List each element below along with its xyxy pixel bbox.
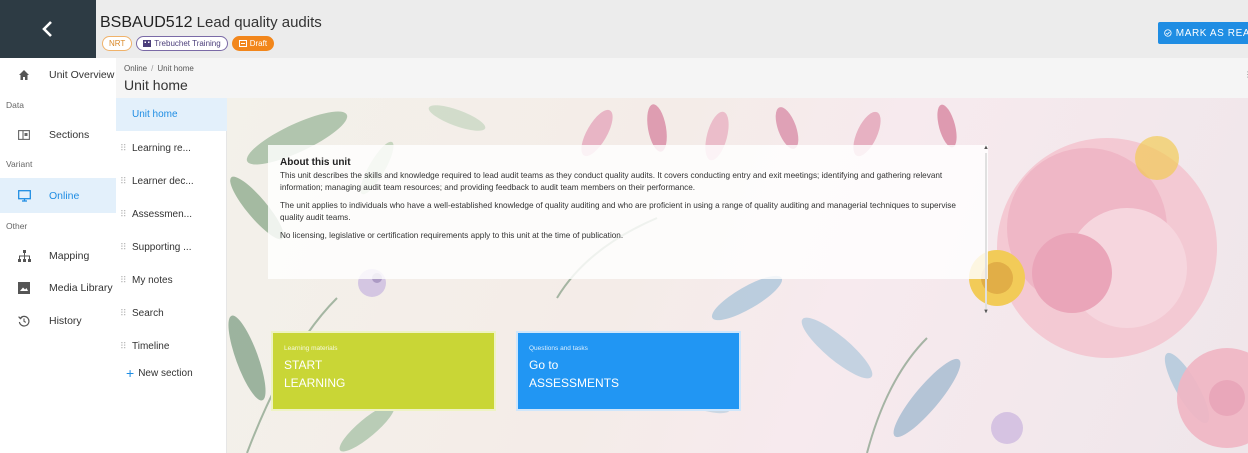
scroll-down-icon[interactable]: ▼ [983, 309, 989, 315]
nav-unit-overview-label: Unit Overview [49, 69, 115, 81]
nrt-chip-label: NRT [109, 39, 126, 48]
drag-handle-icon[interactable]: ⠿ [120, 177, 128, 186]
breadcrumb-unit-home: Unit home [157, 64, 194, 73]
drag-handle-icon[interactable]: ⠿ [120, 276, 128, 285]
about-unit-panel: About this unit This unit describes the … [268, 145, 988, 279]
nav-sections[interactable]: Sections [0, 119, 116, 151]
about-unit-paragraph: The unit applies to individuals who have… [280, 201, 956, 222]
nav-media-library-label: Media Library [49, 282, 113, 294]
image-library-icon [17, 281, 31, 295]
section-item-label: Search [132, 308, 164, 319]
about-unit-paragraph: No licensing, legislative or certificati… [280, 231, 624, 240]
check-circle-icon [1164, 29, 1172, 37]
page-header: Online / Unit home Unit home ⋮ [116, 58, 1248, 98]
organisation-chip-label: Trebuchet Training [154, 39, 221, 48]
nav-online-label: Online [49, 189, 80, 202]
tile-title-line: ASSESSMENTS [529, 376, 620, 390]
about-panel-scrollbar[interactable]: ▲ ▼ [983, 145, 989, 315]
draft-chip-label: Draft [249, 39, 268, 48]
section-item-label: Supporting ... [132, 242, 192, 253]
nav-media-library[interactable]: Media Library [0, 272, 116, 304]
nav-sections-label: Sections [49, 129, 90, 141]
top-header: BSBAUD512 Lead quality audits NRT Trebuc… [0, 0, 1248, 58]
unit-code: BSBAUD512 [100, 14, 193, 31]
nav-mapping[interactable]: Mapping [0, 240, 116, 272]
section-item[interactable]: ⠿ Assessmen... [116, 198, 227, 231]
chevron-left-icon [42, 21, 52, 37]
section-item-label: Assessmen... [132, 209, 193, 220]
section-item[interactable]: ⠿ Timeline [116, 330, 227, 363]
mark-as-read-button[interactable]: MARK AS READ [1158, 22, 1248, 44]
hierarchy-icon [17, 249, 31, 263]
drag-handle-icon[interactable]: ⠿ [120, 210, 128, 219]
breadcrumb-online[interactable]: Online [124, 64, 147, 73]
nav-history[interactable]: History [0, 305, 116, 337]
building-icon [143, 40, 152, 47]
new-section-button[interactable]: + New section [126, 366, 193, 380]
back-button[interactable] [0, 0, 96, 58]
monitor-icon [17, 189, 31, 203]
drag-handle-icon[interactable]: ⠿ [120, 309, 128, 318]
section-item-label: Learning re... [132, 143, 191, 154]
mark-as-read-label: MARK AS READ [1175, 27, 1248, 39]
section-item[interactable]: ⠿ Learning re... [116, 132, 227, 165]
organisation-chip[interactable]: Trebuchet Training [136, 36, 228, 51]
drag-handle-icon[interactable]: ⠿ [120, 243, 128, 252]
section-item-label: My notes [132, 275, 173, 286]
section-item-label: Timeline [132, 341, 170, 352]
history-icon [17, 314, 31, 328]
unit-chips: NRT Trebuchet Training Draft [102, 36, 275, 51]
unit-home-canvas: About this unit This unit describes the … [227, 98, 1248, 453]
draft-status-chip: Draft [231, 36, 275, 51]
section-list: Unit home ⠿ Learning re... ⠿ Learner dec… [116, 98, 227, 453]
go-to-assessments-tile[interactable]: Questions and tasks Go to ASSESSMENTS [516, 331, 741, 411]
plus-icon: + [126, 365, 135, 381]
section-item[interactable]: ⠿ Learner dec... [116, 165, 227, 198]
sections-icon [17, 128, 31, 142]
breadcrumb: Online / Unit home [124, 64, 194, 73]
draft-icon [238, 40, 247, 47]
breadcrumb-separator: / [151, 64, 154, 73]
start-learning-tile[interactable]: Learning materials START LEARNING [271, 331, 496, 411]
nav-history-label: History [49, 315, 82, 327]
section-item-label: Unit home [132, 109, 178, 120]
section-item[interactable]: ⠿ Supporting ... [116, 231, 227, 264]
home-icon [17, 68, 31, 82]
nav-mapping-label: Mapping [49, 250, 90, 262]
scrollbar-track [985, 153, 987, 313]
nav-group-other: Other [6, 221, 28, 231]
about-unit-paragraph: This unit describes the skills and knowl… [280, 171, 943, 192]
left-navigation: Unit Overview Data Sections Variant Onli… [0, 58, 116, 453]
drag-handle-icon[interactable]: ⠿ [120, 144, 128, 153]
nrt-chip: NRT [102, 36, 133, 51]
unit-title: BSBAUD512 Lead quality audits [100, 14, 322, 32]
nav-online[interactable]: Online [0, 178, 116, 213]
nav-group-data: Data [6, 100, 24, 110]
unit-name: Lead quality audits [196, 14, 322, 31]
nav-group-variant: Variant [6, 159, 33, 169]
more-options-icon[interactable]: ⋮ [1244, 70, 1248, 79]
section-item-label: Learner dec... [132, 176, 194, 187]
tile-title-line: START [284, 358, 323, 372]
section-item[interactable]: Unit home [116, 98, 227, 131]
tile-title-line: Go to [529, 358, 559, 372]
section-item[interactable]: ⠿ Search [116, 297, 227, 330]
drag-handle-icon[interactable]: ⠿ [120, 342, 128, 351]
section-item[interactable]: ⠿ My notes [116, 264, 227, 297]
tile-caption: Learning materials [284, 345, 338, 352]
tile-title-line: LEARNING [284, 376, 346, 390]
nav-unit-overview[interactable]: Unit Overview [0, 58, 116, 92]
about-unit-heading: About this unit [280, 157, 351, 168]
scroll-up-icon[interactable]: ▲ [983, 145, 989, 151]
page-title: Unit home [124, 77, 188, 93]
new-section-label: New section [138, 367, 193, 379]
tile-caption: Questions and tasks [529, 345, 588, 352]
